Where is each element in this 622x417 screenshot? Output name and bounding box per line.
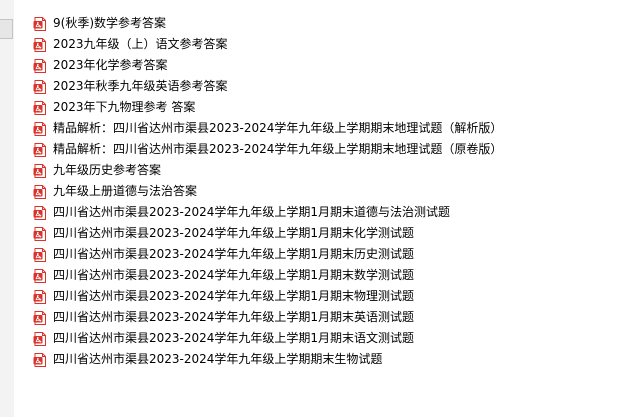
file-name-label: 四川省达州市渠县2023-2024学年九年级上学期1月期末语文测试题 <box>53 331 415 345</box>
pdf-file-icon <box>33 289 46 304</box>
pdf-file-icon <box>33 121 46 136</box>
pdf-file-icon <box>33 310 46 325</box>
file-name-label: 四川省达州市渠县2023-2024学年九年级上学期1月期末物理测试题 <box>53 289 415 303</box>
file-list-item[interactable]: 四川省达州市渠县2023-2024学年九年级上学期1月期末语文测试题 <box>33 328 502 349</box>
pdf-file-icon <box>33 142 46 157</box>
pdf-file-icon <box>33 247 46 262</box>
pdf-file-icon <box>33 16 46 31</box>
file-name-label: 四川省达州市渠县2023-2024学年九年级上学期期末生物试题 <box>53 352 383 366</box>
pdf-file-icon <box>33 58 46 73</box>
file-name-label: 四川省达州市渠县2023-2024学年九年级上学期1月期末英语测试题 <box>53 310 415 324</box>
file-list-item[interactable]: 四川省达州市渠县2023-2024学年九年级上学期1月期末道德与法治测试题 <box>33 202 502 223</box>
file-list-item[interactable]: 2023年秋季九年级英语参考答案 <box>33 76 502 97</box>
file-list-item[interactable]: 2023年下九物理参考 答案 <box>33 97 502 118</box>
file-name-label: 九年级上册道德与法治答案 <box>53 184 198 198</box>
pdf-file-icon <box>33 331 46 346</box>
file-list-item[interactable]: 九年级历史参考答案 <box>33 160 502 181</box>
file-list: 9(秋季)数学参考答案 2023九年级（上）语文参考答案 2023年化学参考答案 20… <box>33 13 502 370</box>
pdf-file-icon <box>33 205 46 220</box>
file-name-label: 2023年化学参考答案 <box>53 58 168 72</box>
pdf-file-icon <box>33 226 46 241</box>
file-list-item[interactable]: 九年级上册道德与法治答案 <box>33 181 502 202</box>
file-list-item[interactable]: 四川省达州市渠县2023-2024学年九年级上学期期末生物试题 <box>33 349 502 370</box>
file-name-label: 精品解析：四川省达州市渠县2023-2024学年九年级上学期期末地理试题（解析版… <box>53 121 503 135</box>
pdf-file-icon <box>33 163 46 178</box>
file-name-label: 四川省达州市渠县2023-2024学年九年级上学期1月期末历史测试题 <box>53 247 415 261</box>
file-name-label: 2023年下九物理参考 答案 <box>53 100 196 114</box>
file-list-item[interactable]: 四川省达州市渠县2023-2024学年九年级上学期1月期末英语测试题 <box>33 307 502 328</box>
file-list-item[interactable]: 2023九年级（上）语文参考答案 <box>33 34 502 55</box>
file-name-label: 九年级历史参考答案 <box>53 163 162 177</box>
file-name-label: 四川省达州市渠县2023-2024学年九年级上学期1月期末数学测试题 <box>53 268 415 282</box>
file-name-label: 四川省达州市渠县2023-2024学年九年级上学期1月期末化学测试题 <box>53 226 415 240</box>
file-list-item[interactable]: 四川省达州市渠县2023-2024学年九年级上学期1月期末历史测试题 <box>33 244 502 265</box>
file-list-item[interactable]: 9(秋季)数学参考答案 <box>33 13 502 34</box>
pdf-file-icon <box>33 37 46 52</box>
file-list-item[interactable]: 精品解析：四川省达州市渠县2023-2024学年九年级上学期期末地理试题（原卷版… <box>33 139 502 160</box>
file-name-label: 2023年秋季九年级英语参考答案 <box>53 79 228 93</box>
file-list-item[interactable]: 四川省达州市渠县2023-2024学年九年级上学期1月期末化学测试题 <box>33 223 502 244</box>
navigation-pane-tab[interactable] <box>0 19 13 39</box>
pdf-file-icon <box>33 352 46 367</box>
file-list-item[interactable]: 四川省达州市渠县2023-2024学年九年级上学期1月期末物理测试题 <box>33 286 502 307</box>
pdf-file-icon <box>33 100 46 115</box>
pdf-file-icon <box>33 79 46 94</box>
pdf-file-icon <box>33 268 46 283</box>
navigation-pane <box>0 0 14 417</box>
file-list-item[interactable]: 精品解析：四川省达州市渠县2023-2024学年九年级上学期期末地理试题（解析版… <box>33 118 502 139</box>
file-name-label: 9(秋季)数学参考答案 <box>53 16 166 30</box>
file-list-item[interactable]: 2023年化学参考答案 <box>33 55 502 76</box>
file-name-label: 精品解析：四川省达州市渠县2023-2024学年九年级上学期期末地理试题（原卷版… <box>53 142 503 156</box>
file-name-label: 四川省达州市渠县2023-2024学年九年级上学期1月期末道德与法治测试题 <box>53 205 451 219</box>
pdf-file-icon <box>33 184 46 199</box>
file-list-item[interactable]: 四川省达州市渠县2023-2024学年九年级上学期1月期末数学测试题 <box>33 265 502 286</box>
file-name-label: 2023九年级（上）语文参考答案 <box>53 37 228 51</box>
